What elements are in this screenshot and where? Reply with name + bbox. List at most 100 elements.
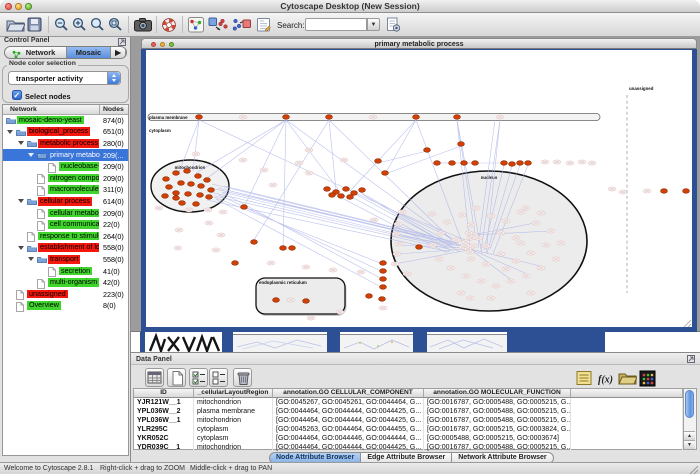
svg-text:endoplasmic reticulum: endoplasmic reticulum — [259, 280, 307, 285]
tree-row[interactable]: unassigned223(0) — [3, 288, 128, 300]
tab-mosaic[interactable]: Mosaic — [67, 47, 111, 58]
svg-text:mitochondrion: mitochondrion — [175, 165, 206, 170]
table-row[interactable]: YKR052Ccytoplasm[GO:0044464, GO:0044446,… — [134, 434, 683, 443]
table-cell: [GO:0016787, GO:0005488, GO:0005215, G..… — [424, 416, 571, 425]
snapshot-camera-icon[interactable] — [134, 17, 152, 33]
apply-layout-icon[interactable] — [232, 17, 252, 33]
resize-grip-icon[interactable] — [689, 465, 699, 475]
data-panel-title: Data Panel — [131, 353, 700, 365]
import-attributes-icon[interactable] — [618, 370, 637, 387]
copy-layout-icon[interactable] — [208, 17, 228, 33]
tree-expander-icon[interactable] — [28, 153, 34, 157]
tree-item-label: multi-organism pro — [48, 278, 99, 287]
tree-item-label: primary metabo — [48, 151, 102, 160]
tree-item-nodes: 42(0) — [103, 278, 120, 287]
attribute-list-icon[interactable] — [576, 370, 593, 387]
tree-row[interactable]: biological_process651(0) — [3, 126, 128, 138]
folder-icon — [37, 255, 47, 263]
table-cell: YPL036W__1 — [134, 416, 194, 425]
table-column-header[interactable]: ID — [134, 389, 194, 398]
tree-item-nodes: 311(0) — [103, 185, 123, 194]
tree-expander-icon[interactable] — [28, 257, 34, 261]
node-color-selection-label: Node color selection — [7, 60, 78, 67]
table-scrollbar[interactable]: ▲ ▼ — [684, 388, 697, 450]
table-column-header[interactable] — [571, 389, 683, 398]
tree-row[interactable]: cellular process614(0) — [3, 196, 128, 208]
table-cell: [GO:0016787, GO:0005488, GO:0005215, G..… — [424, 407, 571, 416]
tree-row[interactable]: macromolecule 311(0) — [3, 184, 128, 196]
table-column-header[interactable]: _cellularLayoutRegion — [194, 389, 273, 398]
attribute-table-body: YJR121W__1mitochondrion[GO:0045267, GO:0… — [134, 398, 683, 450]
tree-row[interactable]: mosaic-demo-yeast874(0) — [3, 115, 128, 127]
tree-row[interactable]: cell communicat22(0) — [3, 219, 128, 231]
tree-item-label: establishment of lo — [38, 243, 99, 252]
scrollbar-thumb[interactable] — [685, 390, 694, 418]
table-cell: [GO:0005488, GO:0005215, GO:0003674] — [424, 434, 571, 443]
table-cell: YJR121W__1 — [134, 398, 194, 407]
tree-row[interactable]: primary metabo209(... — [3, 149, 128, 161]
scroll-down-button[interactable]: ▼ — [684, 440, 695, 449]
data-panel-float-icon[interactable] — [687, 355, 695, 363]
save-icon[interactable] — [27, 17, 42, 33]
unselect-attributes-button[interactable] — [209, 368, 228, 387]
tree-row[interactable]: Overview8(0) — [3, 300, 128, 312]
tree-expander-icon[interactable] — [18, 199, 24, 203]
tree-item-label: response to stimulu — [38, 232, 99, 241]
tree-row[interactable]: nucleobase-209(0) — [3, 161, 128, 173]
network-canvas[interactable]: plasma membranecytoplasmmitochondrionnuc… — [146, 50, 692, 327]
table-row[interactable]: YPL036W__2plasma membrane[GO:0044464, GO… — [134, 407, 683, 416]
canvas-resize-grip[interactable] — [682, 320, 691, 327]
tree-row[interactable]: secretion41(0) — [3, 265, 128, 277]
tree-row[interactable]: establishment of lo558(0) — [3, 242, 128, 254]
function-builder-icon[interactable]: f(x) — [596, 370, 615, 387]
tree-row[interactable]: cellular metabol209(0) — [3, 207, 128, 219]
zoom-fit-icon[interactable] — [90, 17, 105, 33]
scroll-up-button[interactable]: ▲ — [684, 431, 695, 440]
table-row[interactable]: YDR039C__1mitochondrion[GO:0044464, GO:0… — [134, 443, 683, 452]
table-row[interactable]: YJR121W__1mitochondrion[GO:0045267, GO:0… — [134, 398, 683, 407]
help-lifering-icon[interactable] — [161, 17, 177, 33]
zoom-out-icon[interactable] — [54, 17, 69, 33]
tree-row[interactable]: transport558(0) — [3, 254, 128, 266]
tree-item-label: cell communicat — [48, 220, 99, 229]
zoom-selected-icon[interactable] — [108, 17, 123, 33]
table-cell: [GO:0016787, GO:0005488, GO:0005215, G..… — [424, 443, 571, 452]
zoom-in-icon[interactable] — [72, 17, 87, 33]
tree-item-nodes: 8(0) — [103, 301, 116, 310]
search-dropdown-button[interactable]: ▼ — [367, 18, 380, 31]
tree-row[interactable]: multi-organism pro 42(0) — [3, 277, 128, 289]
delete-attribute-button[interactable] — [233, 368, 252, 387]
tab-network[interactable]: Network — [5, 47, 67, 58]
tree-expander-icon[interactable] — [18, 141, 24, 145]
tree-item-label: macromolecule — [48, 185, 99, 194]
select-attributes-button[interactable] — [189, 368, 208, 387]
node-color-dropdown[interactable]: transporter activity — [8, 71, 121, 85]
search-input[interactable] — [305, 18, 367, 31]
annotation-icon[interactable] — [256, 17, 272, 33]
attribute-matrix-icon[interactable] — [639, 370, 656, 387]
tree-row[interactable]: metabolic process280(0) — [3, 138, 128, 150]
network-window-titlebar[interactable]: primary metabolic process — [141, 38, 697, 49]
new-attribute-button[interactable] — [167, 368, 186, 387]
search-options-icon[interactable] — [386, 17, 401, 33]
table-column-header[interactable]: annotation.GO CELLULAR_COMPONENT — [273, 389, 424, 398]
table-row[interactable]: YPL036W__1mitochondrion[GO:0044464, GO:0… — [134, 416, 683, 425]
tree-row[interactable]: nitrogen compo209(0) — [3, 172, 128, 184]
tree-item-nodes: 614(0) — [103, 197, 124, 206]
network-window-body: plasma membranecytoplasmmitochondrionnuc… — [141, 49, 697, 333]
tree-expander-icon[interactable] — [18, 246, 24, 250]
network-tab-icon — [12, 50, 21, 59]
select-nodes-checkbox[interactable]: ✓ — [12, 90, 22, 100]
float-panel-icon[interactable] — [118, 38, 126, 46]
attribute-grid-button[interactable] — [145, 368, 164, 387]
tree-expander-icon[interactable] — [7, 130, 13, 134]
table-row[interactable]: YLR295Ccytoplasm[GO:0045263, GO:0044464,… — [134, 425, 683, 434]
table-cell: [GO:0045263, GO:0044464, GO:0044455, G..… — [273, 425, 424, 434]
tab-overflow-button[interactable]: ▶ — [111, 47, 126, 58]
tree-row[interactable]: response to stimulu264(0) — [3, 230, 128, 242]
table-column-header[interactable]: annotation.GO MOLECULAR_FUNCTION — [424, 389, 571, 398]
open-file-icon[interactable] — [6, 17, 25, 33]
attribute-table-header: ID_cellularLayoutRegionannotation.GO CEL… — [134, 389, 683, 398]
vizmapper-icon[interactable] — [188, 17, 204, 33]
network-window: primary metabolic process plasma membran… — [141, 38, 697, 332]
